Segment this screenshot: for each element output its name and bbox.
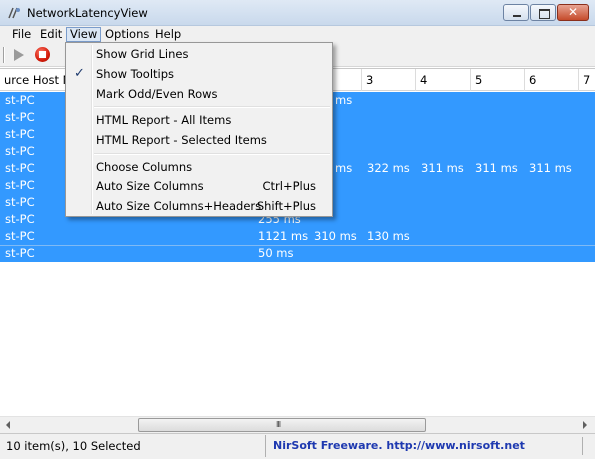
grip-icon: III (276, 420, 281, 429)
horizontal-scrollbar[interactable]: III (0, 416, 595, 433)
close-button[interactable]: ✕ (557, 4, 589, 21)
menu-mark-odd-even[interactable]: Mark Odd/Even Rows (68, 84, 330, 104)
status-bar: 10 item(s), 10 Selected NirSoft Freeware… (0, 433, 595, 459)
menu-bar: File Edit View Options Help (0, 26, 595, 43)
table-cell: st-PC (5, 127, 35, 141)
checkmark-icon: ✓ (74, 66, 85, 81)
table-cell: st-PC (5, 195, 35, 209)
view-menu: Show Grid Lines ✓ Show Tooltips Mark Odd… (65, 42, 333, 217)
menu-choose-columns[interactable]: Choose Columns (68, 157, 330, 177)
table-row[interactable]: st-PC 50 ms (0, 245, 595, 262)
table-cell: 130 ms (367, 229, 410, 243)
menu-auto-size-columns[interactable]: Auto Size Columns Ctrl+Plus (68, 176, 330, 196)
table-cell: st-PC (5, 110, 35, 124)
menu-label: Show Grid Lines (96, 47, 189, 61)
table-cell: st-PC (5, 93, 35, 107)
table-cell: st-PC (5, 229, 35, 243)
menu-auto-size-columns-headers[interactable]: Auto Size Columns+Headers Shift+Plus (68, 196, 330, 216)
scroll-left-icon[interactable] (6, 421, 10, 429)
row-divider (0, 245, 595, 246)
table-cell: st-PC (5, 144, 35, 158)
menu-label: Auto Size Columns+Headers (96, 199, 262, 213)
table-cell: 322 ms (367, 161, 410, 175)
window-title: NetworkLatencyView (27, 6, 148, 20)
title-bar: NetworkLatencyView ✕ (0, 0, 595, 26)
menu-file[interactable]: File (9, 27, 34, 42)
table-cell: st-PC (5, 212, 35, 226)
table-row[interactable]: st-PC 1121 ms 310 ms 130 ms (0, 228, 595, 245)
menu-html-report-selected[interactable]: HTML Report - Selected Items (68, 130, 330, 150)
table-cell: st-PC (5, 161, 35, 175)
column-4[interactable]: 4 (416, 69, 471, 91)
table-cell: 311 ms (421, 161, 464, 175)
table-cell: st-PC (5, 178, 35, 192)
minimize-button[interactable] (503, 4, 529, 21)
menu-label: Choose Columns (96, 160, 193, 174)
menu-help[interactable]: Help (152, 27, 184, 42)
menu-separator (94, 153, 330, 155)
status-items: 10 item(s), 10 Selected (0, 435, 266, 457)
status-divider (582, 437, 583, 455)
table-cell: 310 ms (314, 229, 357, 243)
menu-options[interactable]: Options (102, 27, 152, 42)
column-3[interactable]: 3 (362, 69, 416, 91)
menu-label: Mark Odd/Even Rows (96, 87, 218, 101)
maximize-button[interactable] (530, 4, 556, 21)
play-icon[interactable] (14, 49, 24, 61)
close-icon: ✕ (567, 5, 579, 19)
nirsoft-link[interactable]: NirSoft Freeware. http://www.nirsoft.net (273, 435, 525, 457)
toolbar-separator (3, 47, 5, 63)
table-cell: 1121 ms (258, 229, 309, 243)
column-6[interactable]: 6 (525, 69, 579, 91)
column-7[interactable]: 7 (579, 69, 595, 91)
menu-view[interactable]: View (66, 27, 102, 42)
menu-shortcut: Ctrl+Plus (262, 179, 316, 193)
menu-show-tooltips[interactable]: ✓ Show Tooltips (68, 64, 330, 84)
table-cell: st-PC (5, 246, 35, 260)
menu-label: HTML Report - All Items (96, 113, 232, 127)
table-cell: 50 ms (258, 246, 294, 260)
menu-separator (94, 106, 330, 108)
table-cell: 311 ms (475, 161, 518, 175)
menu-label: HTML Report - Selected Items (96, 133, 267, 147)
app-icon (8, 7, 20, 19)
table-cell: ms (335, 161, 353, 175)
table-cell: 311 ms (529, 161, 572, 175)
menu-label: Auto Size Columns (96, 179, 204, 193)
stop-icon[interactable] (35, 47, 50, 62)
scroll-right-icon[interactable] (583, 421, 587, 429)
menu-label: Show Tooltips (96, 67, 175, 81)
scrollbar-thumb[interactable]: III (138, 418, 426, 432)
column-5[interactable]: 5 (471, 69, 525, 91)
menu-html-report-all[interactable]: HTML Report - All Items (68, 110, 330, 130)
menu-show-grid-lines[interactable]: Show Grid Lines (68, 44, 330, 64)
table-cell: ms (335, 93, 353, 107)
menu-shortcut: Shift+Plus (256, 199, 316, 213)
menu-edit[interactable]: Edit (37, 27, 65, 42)
